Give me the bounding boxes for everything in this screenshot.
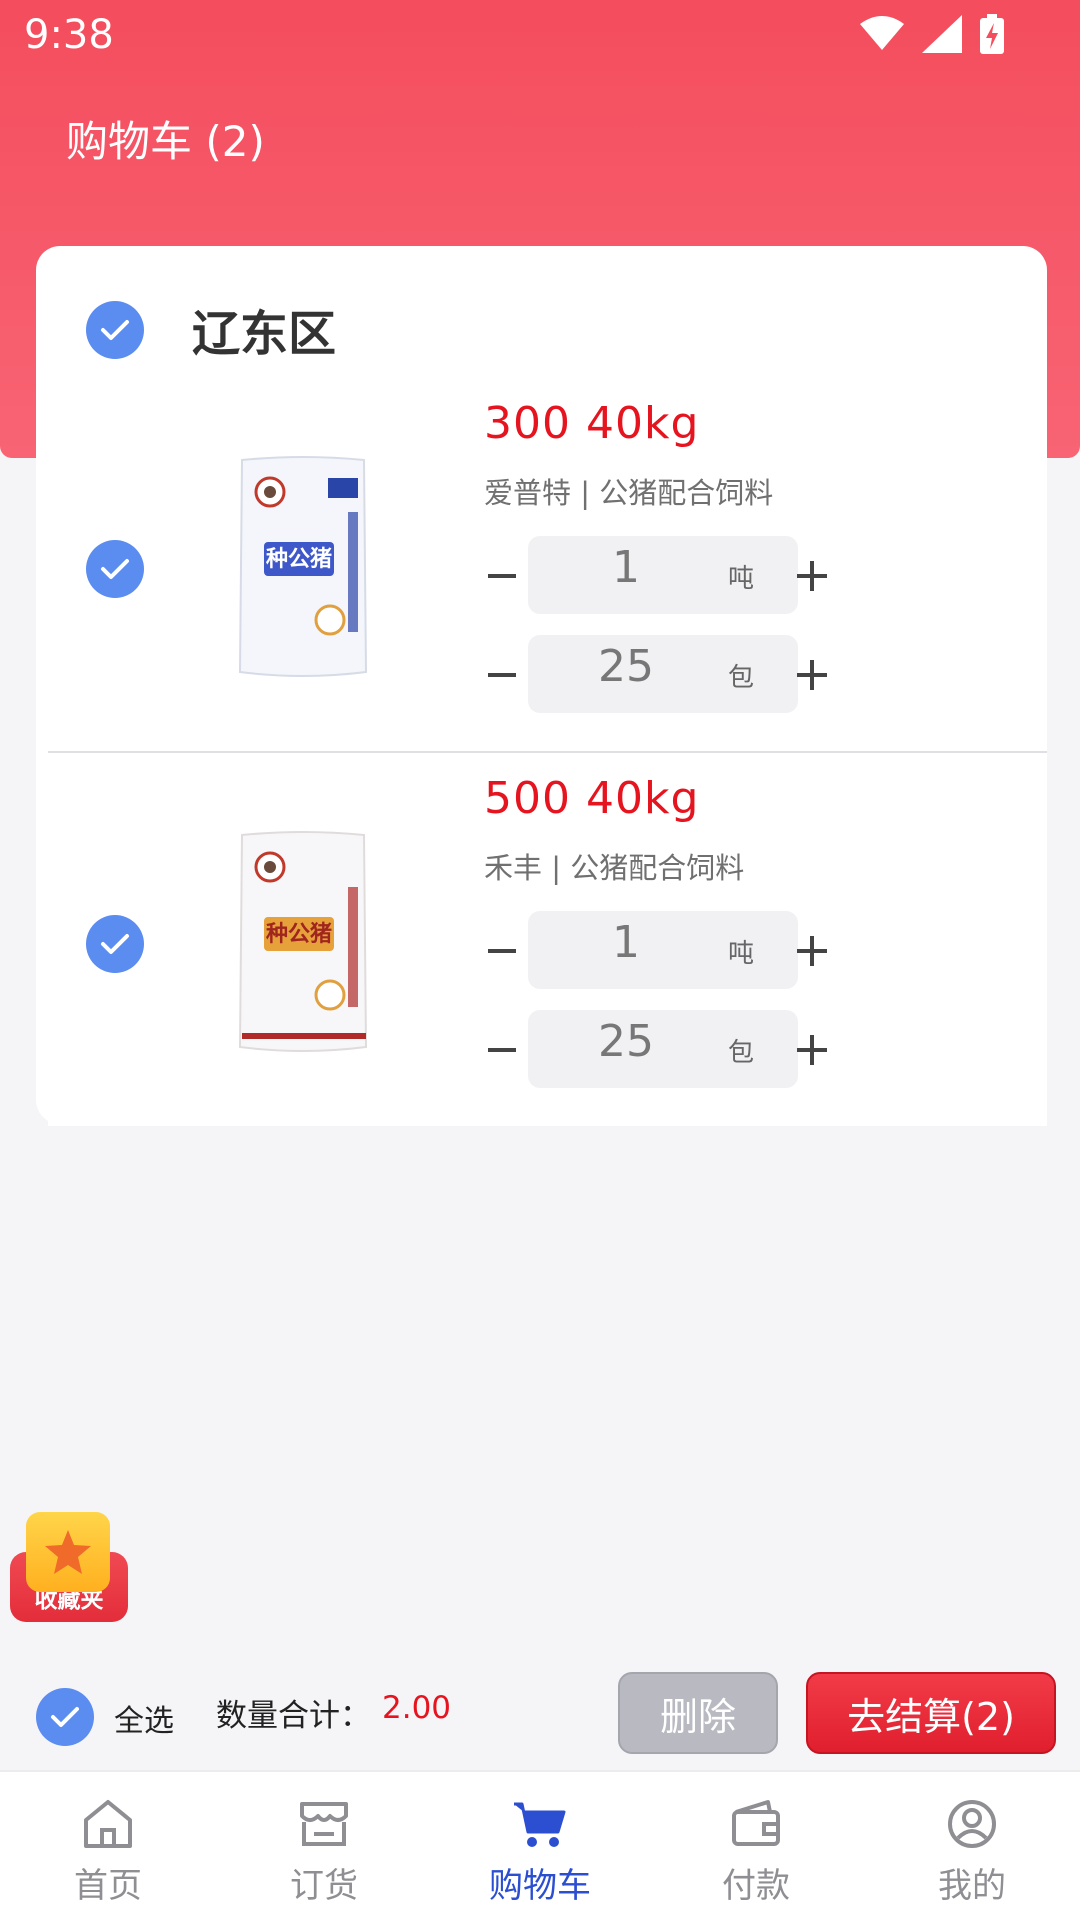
quantity-stepper-ton: 1 吨: [484, 536, 864, 616]
status-icons: [860, 14, 1004, 58]
quantity-stepper-bag: 25 包: [484, 1010, 864, 1090]
minus-button[interactable]: [474, 647, 530, 703]
minus-icon: [488, 1048, 516, 1052]
minus-icon: [488, 574, 516, 578]
wallet-icon: [724, 1796, 788, 1852]
store-header: 辽东区: [36, 246, 1047, 378]
product-image[interactable]: 种公猪: [228, 452, 378, 682]
minus-button[interactable]: [474, 1022, 530, 1078]
quantity-value[interactable]: 25: [528, 641, 724, 692]
quantity-unit: 包: [728, 663, 755, 693]
tab-cart[interactable]: 购物车: [432, 1772, 648, 1920]
store-name: 辽东区: [192, 306, 337, 362]
plus-icon: [797, 561, 827, 591]
quantity-field[interactable]: 1 吨: [528, 911, 798, 989]
quantity-field[interactable]: 1 吨: [528, 536, 798, 614]
page-title: 购物车 (2): [66, 117, 265, 166]
check-icon: [51, 1707, 79, 1727]
delete-button[interactable]: 删除: [618, 1672, 778, 1754]
plus-button[interactable]: [784, 1022, 840, 1078]
bottom-tab-bar: 首页 订货 购物车 付款 我的: [0, 1770, 1080, 1920]
store-icon: [292, 1796, 356, 1852]
battery-icon: [980, 14, 1004, 58]
item-checkbox[interactable]: [86, 915, 144, 973]
favorites-button[interactable]: 收藏夹: [10, 1512, 128, 1622]
check-icon: [101, 320, 129, 340]
tab-label: 购物车: [489, 1866, 591, 1906]
star-icon: [26, 1512, 110, 1592]
tab-label: 付款: [722, 1866, 790, 1906]
tab-label: 订货: [290, 1866, 358, 1906]
cart-card: 辽东区 种公猪 300 40kg 爱普特 | 公猪配合饲料 1 吨 25 包 种…: [36, 246, 1047, 1126]
quantity-value[interactable]: 1: [528, 917, 724, 968]
wifi-icon: [860, 16, 904, 56]
plus-button[interactable]: [784, 647, 840, 703]
minus-button[interactable]: [474, 923, 530, 979]
bag-label: 种公猪: [266, 546, 332, 572]
bag-label: 种公猪: [266, 921, 332, 947]
select-all-label[interactable]: 全选: [114, 1696, 174, 1740]
quantity-field[interactable]: 25 包: [528, 635, 798, 713]
checkout-bar: 全选 数量合计： 2.00 删除 去结算(2): [0, 1668, 1080, 1768]
product-description: 爱普特 | 公猪配合饲料: [484, 476, 774, 510]
tab-label: 我的: [938, 1866, 1006, 1906]
minus-icon: [488, 673, 516, 677]
user-icon: [940, 1796, 1004, 1852]
product-price: 500 40kg: [484, 773, 700, 824]
cart-item: 种公猪 500 40kg 禾丰 | 公猪配合饲料 1 吨 25 包: [48, 753, 1047, 1126]
check-icon: [101, 559, 129, 579]
product-price: 300 40kg: [484, 398, 700, 449]
tab-profile[interactable]: 我的: [864, 1772, 1080, 1920]
plus-icon: [797, 936, 827, 966]
checkout-button[interactable]: 去结算(2): [806, 1672, 1056, 1754]
cart-icon: [508, 1796, 572, 1852]
quantity-field[interactable]: 25 包: [528, 1010, 798, 1088]
plus-icon: [797, 660, 827, 690]
cart-item: 种公猪 300 40kg 爱普特 | 公猪配合饲料 1 吨 25 包: [48, 378, 1047, 751]
product-image[interactable]: 种公猪: [228, 827, 378, 1057]
home-icon: [76, 1796, 140, 1852]
tab-order[interactable]: 订货: [216, 1772, 432, 1920]
store-checkbox[interactable]: [86, 301, 144, 359]
status-time: 9:38: [24, 12, 114, 58]
plus-icon: [797, 1035, 827, 1065]
quantity-unit: 包: [728, 1038, 755, 1068]
quantity-stepper-ton: 1 吨: [484, 911, 864, 991]
quantity-unit: 吨: [728, 564, 755, 594]
select-all-checkbox[interactable]: [36, 1688, 94, 1746]
quantity-unit: 吨: [728, 939, 755, 969]
tab-label: 首页: [74, 1866, 142, 1906]
plus-button[interactable]: [784, 923, 840, 979]
status-bar: 9:38: [0, 0, 1080, 72]
plus-button[interactable]: [784, 548, 840, 604]
product-description: 禾丰 | 公猪配合饲料: [484, 851, 745, 885]
quantity-value[interactable]: 25: [528, 1016, 724, 1067]
quantity-value[interactable]: 1: [528, 542, 724, 593]
tab-home[interactable]: 首页: [0, 1772, 216, 1920]
item-checkbox[interactable]: [86, 540, 144, 598]
minus-button[interactable]: [474, 548, 530, 604]
signal-icon: [922, 15, 962, 57]
tab-payment[interactable]: 付款: [648, 1772, 864, 1920]
check-icon: [101, 934, 129, 954]
quantity-stepper-bag: 25 包: [484, 635, 864, 715]
total-value: 2.00: [382, 1690, 452, 1726]
minus-icon: [488, 949, 516, 953]
total-label: 数量合计：: [216, 1698, 371, 1734]
